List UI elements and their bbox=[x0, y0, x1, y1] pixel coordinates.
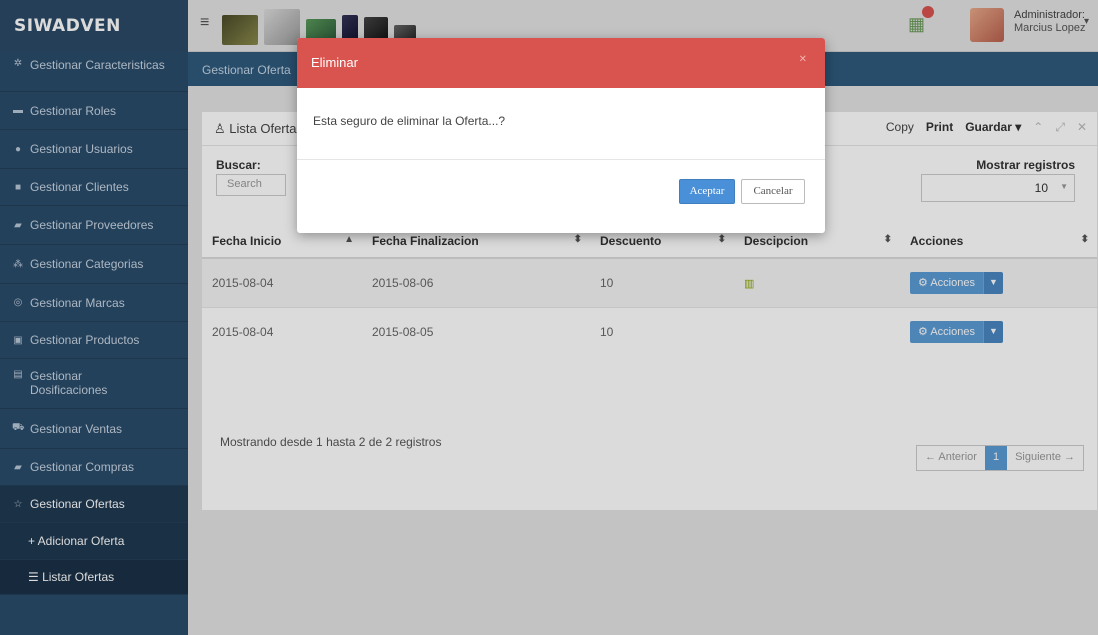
modal-header: Eliminar ✕ bbox=[297, 38, 825, 88]
modal-title: Eliminar bbox=[311, 55, 358, 70]
modal-message: Esta seguro de eliminar la Oferta...? bbox=[297, 88, 825, 160]
cancel-button[interactable]: Cancelar bbox=[741, 179, 805, 204]
delete-modal: Eliminar ✕ Esta seguro de eliminar la Of… bbox=[297, 38, 825, 233]
close-icon[interactable]: ✕ bbox=[799, 54, 807, 65]
accept-button[interactable]: Aceptar bbox=[679, 179, 735, 204]
modal-footer: Aceptar Cancelar bbox=[297, 160, 825, 233]
